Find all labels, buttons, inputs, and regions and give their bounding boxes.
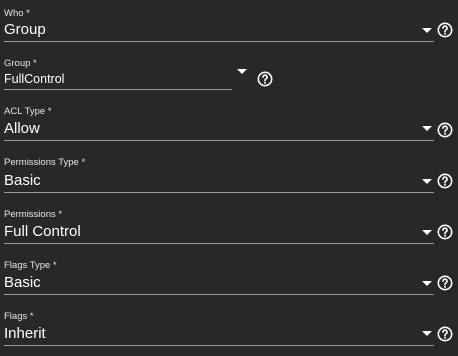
help-icon[interactable] — [437, 275, 453, 291]
who-underline — [4, 41, 434, 42]
group-underline — [4, 89, 232, 90]
help-icon[interactable] — [257, 71, 273, 87]
chevron-down-icon[interactable] — [422, 281, 432, 286]
who-value: Group — [4, 21, 46, 38]
permissions-label: Permissions * — [4, 209, 63, 220]
help-icon[interactable] — [437, 224, 453, 240]
flags-select[interactable]: Flags * Inherit — [4, 305, 458, 351]
permissions-underline — [4, 243, 434, 244]
help-icon[interactable] — [437, 122, 453, 138]
group-label: Group * — [4, 58, 37, 69]
chevron-down-icon[interactable] — [422, 28, 432, 33]
acl-type-underline — [4, 140, 434, 141]
chevron-down-icon[interactable] — [237, 69, 247, 74]
who-select[interactable]: Who * Group — [4, 0, 458, 46]
flags-type-label: Flags Type * — [4, 260, 57, 271]
chevron-down-icon[interactable] — [422, 126, 432, 131]
permissions-type-label: Permissions Type * — [4, 157, 86, 168]
permissions-type-underline — [4, 192, 434, 193]
help-icon[interactable] — [437, 173, 453, 189]
permissions-type-select[interactable]: Permissions Type * Basic — [4, 150, 458, 196]
permissions-select[interactable]: Permissions * Full Control — [4, 202, 458, 248]
acl-type-select[interactable]: ACL Type * Allow — [4, 100, 458, 144]
permissions-value: Full Control — [4, 223, 81, 240]
permissions-type-value: Basic — [4, 172, 41, 189]
acl-type-value: Allow — [4, 120, 40, 137]
flags-underline — [4, 345, 434, 346]
flags-type-underline — [4, 294, 434, 295]
help-icon[interactable] — [437, 326, 453, 342]
group-value: FullControl — [4, 72, 65, 86]
flags-value: Inherit — [4, 325, 46, 342]
acl-type-label: ACL Type * — [4, 106, 52, 117]
group-combobox[interactable]: Group * FullControl — [4, 50, 254, 92]
chevron-down-icon[interactable] — [422, 230, 432, 235]
help-icon[interactable] — [437, 22, 453, 38]
chevron-down-icon[interactable] — [422, 179, 432, 184]
flags-type-select[interactable]: Flags Type * Basic — [4, 253, 458, 299]
chevron-down-icon[interactable] — [422, 331, 432, 336]
flags-label: Flags * — [4, 311, 34, 322]
flags-type-value: Basic — [4, 274, 41, 291]
who-label: Who * — [4, 8, 30, 19]
